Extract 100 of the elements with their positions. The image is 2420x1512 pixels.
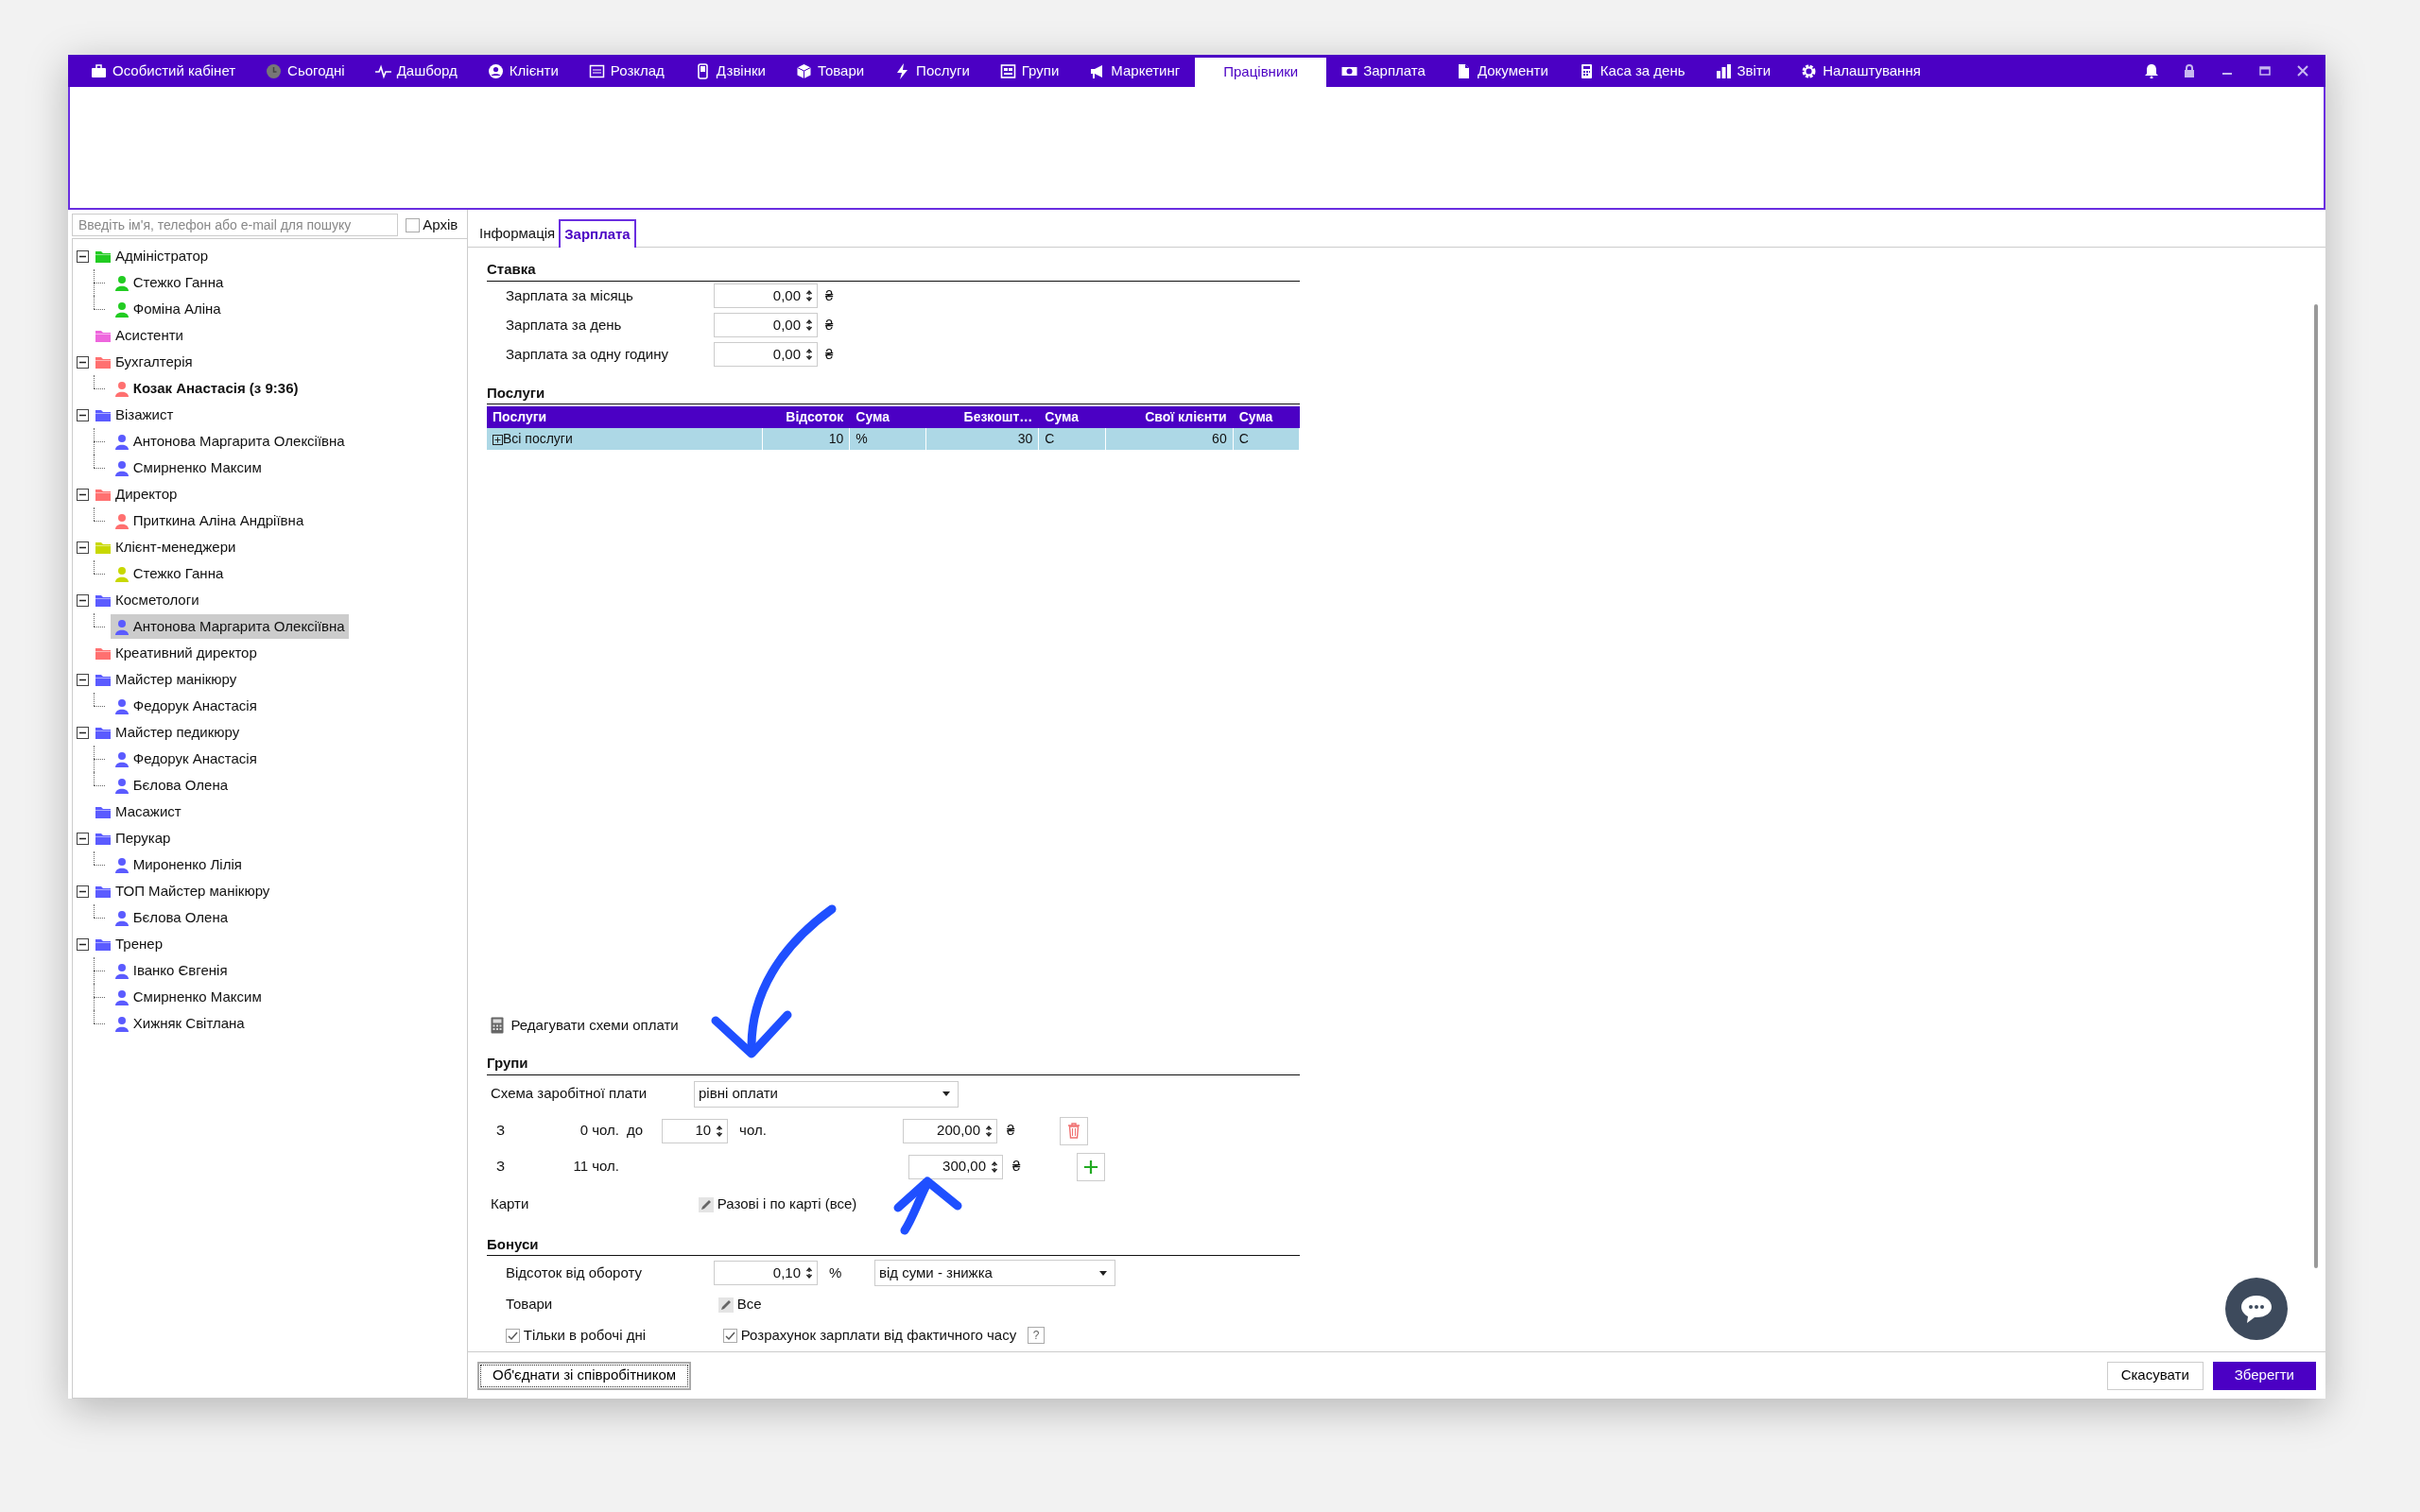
search-field[interactable]: Введіть ім'я, телефон або e-mail для пошуку: [72, 214, 398, 236]
cards-edit-link[interactable]: Разові і по карті (все): [699, 1194, 857, 1215]
nav-tab[interactable]: Сьогодні: [251, 55, 360, 87]
nav-tab[interactable]: Дзвінки: [679, 55, 781, 87]
table-cell: %: [849, 428, 926, 450]
bonus-mode-dropdown[interactable]: від суми - знижка: [874, 1260, 1115, 1286]
staff-name[interactable]: Козак Анастасія (з 9:36): [129, 375, 302, 402]
checkbox-label: Тільки в робочі дні: [523, 1325, 647, 1345]
currency-sign: ₴: [825, 285, 834, 305]
staff-name[interactable]: Смирненко Максим: [129, 984, 266, 1010]
nav-tab[interactable]: Розклад: [573, 55, 680, 87]
section-title: Ставка: [487, 259, 1300, 282]
group-label[interactable]: Тренер: [112, 931, 166, 957]
group-label[interactable]: Майстер педикюру: [112, 719, 244, 746]
staff-name[interactable]: Федорук Анастасія: [129, 746, 261, 772]
section-title: Послуги: [487, 382, 1300, 404]
cancel-button[interactable]: Скасувати: [2106, 1361, 2204, 1390]
table-cell: С: [1038, 428, 1106, 450]
nav-tab[interactable]: Каса за день: [1563, 55, 1701, 87]
number-field[interactable]: 0,00: [714, 284, 818, 308]
group-label[interactable]: Асистенти: [112, 322, 187, 349]
group-label[interactable]: Адміністратор: [112, 243, 213, 269]
group-label[interactable]: Масажист: [112, 799, 185, 825]
number-field[interactable]: 0,10: [714, 1261, 818, 1285]
column-header: Свої клієнти: [1105, 406, 1234, 428]
tier-label: З: [496, 1121, 507, 1141]
nav-tab[interactable]: Товари: [780, 55, 880, 87]
table-cell: Всі послуги: [487, 428, 763, 450]
staff-name[interactable]: Стежко Ганна: [129, 560, 228, 587]
staff-name[interactable]: Хижняк Світлана: [129, 1010, 249, 1037]
nav-tab[interactable]: Послуги: [879, 55, 985, 87]
tier-label: З: [496, 1157, 507, 1177]
nav-tab[interactable]: Налаштування: [1786, 55, 1936, 87]
number-field[interactable]: 10: [662, 1118, 729, 1143]
merge-button[interactable]: Об'єднати зі співробітником: [477, 1361, 692, 1390]
staff-name[interactable]: Смирненко Максим: [129, 455, 266, 481]
staff-name[interactable]: Іванко Євгенія: [129, 957, 232, 984]
nav-tab[interactable]: Групи: [984, 55, 1075, 87]
staff-name[interactable]: Стежко Ганна: [129, 269, 228, 296]
currency-sign: ₴: [1012, 1157, 1021, 1177]
field-label: Зарплата за місяць: [506, 285, 634, 305]
column-header: Сума: [1038, 406, 1106, 428]
tier-label: 0 чол.: [579, 1121, 619, 1141]
unit-label: %: [829, 1263, 843, 1282]
group-label[interactable]: Майстер манікюру: [112, 666, 241, 693]
field-label: Товари: [506, 1295, 554, 1314]
nav-tab[interactable]: Маркетинг: [1074, 55, 1196, 87]
nav-tab[interactable]: Працівники: [1195, 58, 1327, 87]
tab[interactable]: Інформація: [475, 219, 560, 247]
number-field[interactable]: 0,00: [714, 342, 818, 367]
staff-name[interactable]: Антонова Маргарита Олексіївна: [129, 428, 349, 455]
group-label[interactable]: Креативний директор: [112, 640, 261, 666]
currency-sign: ₴: [1007, 1121, 1015, 1141]
number-field[interactable]: 200,00: [903, 1118, 997, 1143]
staff-name[interactable]: Антонова Маргарита Олексіївна: [129, 613, 349, 640]
field-label: Зарплата за одну годину: [506, 344, 670, 364]
staff-name[interactable]: Бєлова Олена: [129, 904, 233, 931]
column-header: Безкошт…: [925, 406, 1039, 428]
field-label: Схема заробітної плати: [491, 1084, 648, 1104]
table-cell: 30: [925, 428, 1039, 450]
checkbox-label: Розрахунок зарплати від фактичного часу: [740, 1325, 1017, 1345]
group-label[interactable]: Косметологи: [112, 587, 203, 613]
tier-label: 11 чол.: [572, 1157, 619, 1177]
nav-tab[interactable]: Документи: [1440, 55, 1564, 87]
goods-edit-link[interactable]: Все: [718, 1294, 762, 1315]
table-cell: С: [1233, 428, 1300, 450]
help-button[interactable]: ?: [1028, 1327, 1046, 1344]
staff-name[interactable]: Фоміна Аліна: [129, 296, 225, 322]
staff-name[interactable]: Мироненко Лілія: [129, 851, 246, 878]
tab[interactable]: Зарплата: [559, 218, 636, 248]
group-label[interactable]: Візажист: [112, 402, 178, 428]
nav-tab[interactable]: Зарплата: [1326, 55, 1441, 87]
staff-name[interactable]: Приткина Аліна Андріївна: [129, 507, 308, 534]
column-header: Сума: [1233, 406, 1300, 428]
group-label[interactable]: Директор: [112, 481, 182, 507]
section-title: Групи: [487, 1053, 1300, 1075]
table-cell: 10: [762, 428, 850, 450]
section-title: Бонуси: [487, 1233, 1300, 1256]
tier-label: до: [627, 1121, 644, 1141]
nav-tab[interactable]: Клієнти: [472, 55, 574, 87]
nav-tab[interactable]: Звіти: [1700, 55, 1787, 87]
column-header: Послуги: [487, 406, 763, 428]
staff-name[interactable]: Бєлова Олена: [129, 772, 233, 799]
field-label: Відсоток від обороту: [506, 1263, 643, 1282]
tier-label: чол.: [739, 1121, 767, 1141]
number-field[interactable]: 300,00: [908, 1154, 1003, 1179]
column-header: Відсоток: [762, 406, 850, 428]
group-label[interactable]: Перукар: [112, 825, 175, 851]
field-label: Зарплата за день: [506, 315, 623, 335]
checkbox-label: Архів: [423, 215, 458, 234]
group-label[interactable]: ТОП Майстер манікюру: [112, 878, 274, 904]
nav-tab[interactable]: Дашборд: [359, 55, 473, 87]
edit-schemes-link[interactable]: Редагувати схеми оплати: [510, 1014, 679, 1036]
nav-tab[interactable]: Особистий кабінет: [76, 55, 251, 87]
number-field[interactable]: 0,00: [714, 313, 818, 337]
staff-name[interactable]: Федорук Анастасія: [129, 693, 261, 719]
group-label[interactable]: Клієнт-менеджери: [112, 534, 240, 560]
scheme-dropdown[interactable]: рівні оплати: [694, 1080, 959, 1108]
group-label[interactable]: Бухгалтерія: [112, 349, 197, 375]
save-button[interactable]: Зберегти: [2212, 1361, 2316, 1390]
